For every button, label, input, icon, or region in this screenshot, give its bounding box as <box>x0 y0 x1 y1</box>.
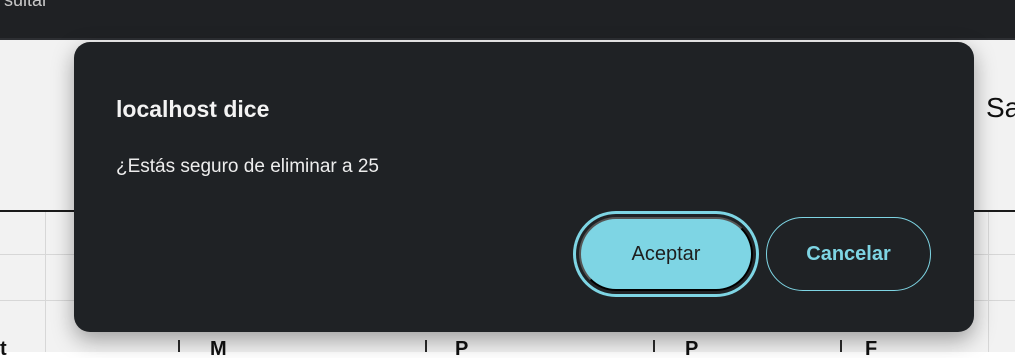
column-header: P <box>685 338 699 358</box>
accept-button[interactable]: Aceptar <box>579 217 753 291</box>
column-header: F <box>865 338 878 358</box>
column-header: t <box>0 338 7 358</box>
background-heading-fragment: Sa <box>986 92 1015 123</box>
dialog-message: ¿Estás seguro de eliminar a 25 <box>116 156 379 177</box>
table-column-headers: t M P P F <box>0 338 1015 358</box>
table-column-divider <box>45 212 46 352</box>
table-column-divider <box>988 212 989 352</box>
browser-top-bar: sultar <box>0 0 1015 40</box>
dialog-title: localhost dice <box>116 96 270 122</box>
top-bar-label: sultar <box>4 0 49 10</box>
cancel-button[interactable]: Cancelar <box>766 217 931 291</box>
column-header: M <box>210 338 227 358</box>
confirm-dialog: localhost dice ¿Estás seguro de eliminar… <box>74 42 974 332</box>
column-header: P <box>455 338 469 358</box>
